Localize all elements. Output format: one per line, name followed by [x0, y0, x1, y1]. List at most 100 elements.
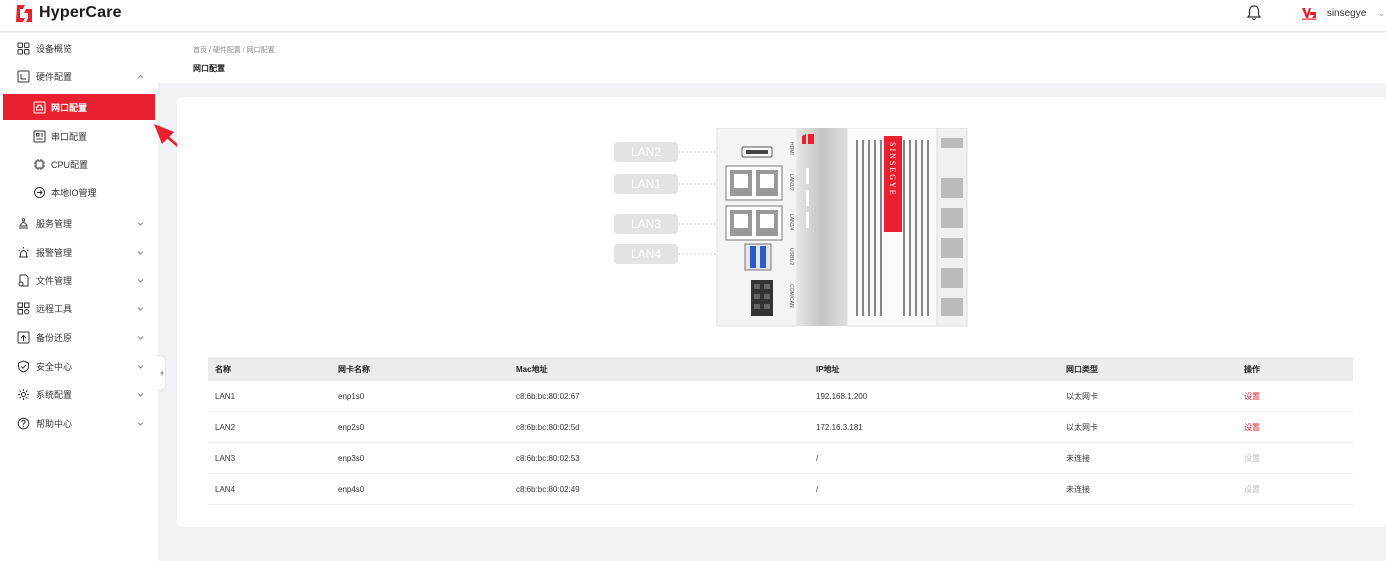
- port-label-hdmi: HDMI: [788, 142, 794, 155]
- cell-type: 以太网卡: [1066, 422, 1098, 432]
- sidebar-item-help[interactable]: 帮助中心: [0, 410, 158, 436]
- cell-type: 以太网卡: [1066, 391, 1098, 401]
- cell-name: LAN4: [215, 484, 236, 494]
- settings-link[interactable]: 设置: [1244, 412, 1260, 442]
- sidebar-item-network-port-config[interactable]: 网口配置: [3, 94, 155, 120]
- chevron-down-icon: [137, 335, 144, 340]
- top-bar: HyperCare sinsegye ⌄: [0, 0, 1386, 32]
- sidebar-item-backup[interactable]: 备份还原: [0, 324, 158, 350]
- settings-link-disabled: 设置: [1244, 453, 1260, 463]
- page-header: [158, 33, 1386, 83]
- sidebar-item-label: 串口配置: [51, 131, 88, 142]
- caret-left-icon: [159, 370, 163, 376]
- table-row: LAN1 enp1s0 c8:6b:bc:80:02:67 192.168.1.…: [208, 381, 1353, 412]
- cell-mac: c8:6b:bc:80:02:53: [516, 453, 580, 463]
- sidebar-item-local-io[interactable]: 本地IO管理: [0, 179, 158, 205]
- sidebar-item-system-config[interactable]: 系统配置: [0, 381, 158, 407]
- cell-ip: 192.168.1.200: [816, 391, 868, 401]
- serial-port-icon: [33, 130, 46, 142]
- shield-icon: [18, 359, 29, 373]
- sidebar-item-label: CPU配置: [51, 159, 89, 170]
- sidebar-item-label: 安全中心: [36, 361, 73, 372]
- column-header-mac: Mac地址: [516, 364, 548, 374]
- network-port-icon: [33, 101, 46, 113]
- column-header-type: 网口类型: [1066, 364, 1098, 374]
- remote-tool-icon: [17, 302, 30, 314]
- chevron-up-icon: [137, 74, 144, 78]
- hypercare-logo-icon: [16, 5, 32, 22]
- lan1-callout-label: LAN1: [631, 177, 661, 191]
- chevron-down-icon: [137, 364, 144, 369]
- cell-type: 未连接: [1066, 453, 1090, 463]
- port-label-com-can: COM/CAN: [788, 284, 794, 308]
- sidebar-item-label: 文件管理: [36, 275, 73, 286]
- sidebar-item-label: 系统配置: [36, 389, 73, 400]
- column-header-action: 操作: [1244, 364, 1260, 374]
- sinsegye-user-logo-icon: [1301, 8, 1316, 20]
- sidebar: 设备概览 硬件配置 网口配置 串口配置 CPU配置 本地IO管理 服务管理 报警…: [0, 33, 158, 561]
- user-name[interactable]: sinsegye: [1327, 8, 1366, 19]
- table-header: 名称 网卡名称 Mac地址 IP地址 网口类型 操作: [208, 357, 1353, 381]
- sidebar-item-label: 设备概览: [36, 43, 73, 54]
- cell-ip: 172.16.3.181: [816, 422, 863, 432]
- port-label-usb12: USB1/2: [788, 248, 794, 265]
- backup-icon: [17, 331, 30, 343]
- service-icon: [19, 217, 28, 228]
- chevron-down-icon: [137, 421, 144, 426]
- system-config-icon: [18, 388, 29, 400]
- lan4-callout-label: LAN4: [631, 247, 661, 261]
- sidebar-item-label: 硬件配置: [36, 71, 73, 82]
- cell-nic: enp2s0: [338, 422, 365, 432]
- breadcrumb[interactable]: 首页 / 硬件配置 / 网口配置: [193, 45, 275, 55]
- cell-ip: /: [816, 453, 819, 463]
- device-brand-text: SINSEGYE: [888, 142, 897, 197]
- cell-nic: enp1s0: [338, 391, 365, 401]
- help-icon: [17, 417, 30, 429]
- sidebar-item-label: 报警管理: [36, 247, 73, 258]
- cell-mac: c8:6b:bc:80:02:5d: [516, 422, 580, 432]
- sidebar-item-device-overview[interactable]: 设备概览: [0, 35, 158, 61]
- sidebar-item-label: 本地IO管理: [51, 187, 97, 198]
- sidebar-item-hardware-config[interactable]: 硬件配置: [0, 63, 158, 89]
- user-menu-chevron-icon[interactable]: ⌄: [1378, 9, 1385, 18]
- sidebar-item-security[interactable]: 安全中心: [0, 353, 158, 379]
- alarm-icon: [18, 246, 29, 257]
- sidebar-item-file[interactable]: 文件管理: [0, 267, 158, 293]
- sidebar-item-label: 帮助中心: [36, 418, 73, 429]
- hardware-icon: [17, 70, 30, 82]
- cell-nic: enp4s0: [338, 484, 365, 494]
- io-icon: [34, 186, 45, 198]
- sidebar-item-service[interactable]: 服务管理: [0, 210, 158, 236]
- page-title: 网口配置: [193, 64, 225, 73]
- lan2-callout-label: LAN2: [631, 145, 661, 159]
- table-row: LAN2 enp2s0 c8:6b:bc:80:02:5d 172.16.3.1…: [208, 412, 1353, 443]
- sidebar-item-remote-tools[interactable]: 远程工具: [0, 295, 158, 321]
- sidebar-item-label: 远程工具: [36, 303, 73, 314]
- device-diagram: LAN2 LAN1 LAN3 LAN4 HDMI LAN1/2 LAN3/4 U…: [614, 128, 968, 327]
- sidebar-item-cpu-config[interactable]: CPU配置: [0, 151, 158, 177]
- column-header-ip: IP地址: [816, 364, 840, 374]
- sidebar-item-label: 备份还原: [36, 332, 73, 343]
- sidebar-item-alarm[interactable]: 报警管理: [0, 239, 158, 265]
- chevron-down-icon: [137, 392, 144, 397]
- sidebar-item-label: 服务管理: [36, 218, 73, 229]
- sidebar-collapse-handle[interactable]: [157, 355, 166, 391]
- chevron-down-icon: [137, 306, 144, 311]
- sidebar-item-serial-port-config[interactable]: 串口配置: [0, 123, 158, 149]
- cell-name: LAN3: [215, 453, 236, 463]
- column-header-nic: 网卡名称: [338, 364, 370, 374]
- cell-nic: enp3s0: [338, 453, 365, 463]
- settings-link[interactable]: 设置: [1244, 381, 1260, 411]
- app-name: HyperCare: [39, 4, 122, 21]
- cell-mac: c8:6b:bc:80:02:49: [516, 484, 580, 494]
- app-logo[interactable]: HyperCare: [13, 3, 122, 23]
- cell-name: LAN1: [215, 391, 236, 401]
- lan3-callout-label: LAN3: [631, 217, 661, 231]
- column-header-name: 名称: [215, 364, 231, 374]
- chevron-down-icon: [137, 250, 144, 255]
- grid-icon: [17, 42, 30, 54]
- chevron-down-icon: [137, 221, 144, 226]
- cell-ip: /: [816, 484, 819, 494]
- content-card: LAN2 LAN1 LAN3 LAN4 HDMI LAN1/2 LAN3/4 U…: [177, 97, 1386, 527]
- notification-bell-icon[interactable]: [1245, 4, 1263, 22]
